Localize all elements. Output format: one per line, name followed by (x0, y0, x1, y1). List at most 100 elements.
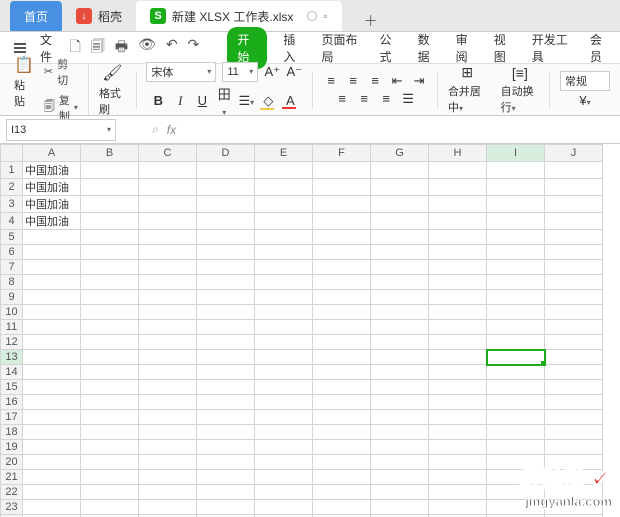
cell[interactable] (197, 260, 255, 275)
cell[interactable] (429, 260, 487, 275)
cell[interactable] (139, 245, 197, 260)
row-header[interactable]: 9 (1, 290, 23, 305)
cell[interactable] (81, 485, 139, 500)
cell[interactable] (487, 455, 545, 470)
cell[interactable] (139, 455, 197, 470)
cell[interactable] (139, 179, 197, 196)
currency-button[interactable]: ¥▾ (577, 93, 593, 108)
cell[interactable] (81, 425, 139, 440)
cell[interactable] (313, 260, 371, 275)
tab-home[interactable]: 首页 (10, 1, 62, 31)
wrap-text-button[interactable]: [≡] 自动换行▾ (497, 65, 544, 115)
cell[interactable] (545, 335, 603, 350)
cell[interactable] (371, 410, 429, 425)
cell[interactable] (139, 410, 197, 425)
cell[interactable] (139, 500, 197, 515)
align-bottom-button[interactable]: ≡ (367, 73, 383, 88)
cell[interactable] (429, 179, 487, 196)
cell[interactable] (545, 365, 603, 380)
cell[interactable] (545, 455, 603, 470)
cell[interactable] (81, 230, 139, 245)
cell[interactable] (545, 395, 603, 410)
cell[interactable] (371, 395, 429, 410)
cell[interactable] (545, 410, 603, 425)
cell[interactable] (545, 305, 603, 320)
cell[interactable] (23, 395, 81, 410)
cell[interactable] (139, 320, 197, 335)
cell[interactable] (81, 320, 139, 335)
cell[interactable] (545, 162, 603, 179)
select-all-corner[interactable] (1, 145, 23, 162)
spreadsheet-grid[interactable]: ABCDEFGHIJ1中国加油2中国加油3中国加油4中国加油5678910111… (0, 144, 620, 517)
cell[interactable] (313, 425, 371, 440)
cell[interactable] (371, 320, 429, 335)
cell[interactable] (429, 230, 487, 245)
cell[interactable] (371, 380, 429, 395)
cell[interactable] (545, 260, 603, 275)
cell[interactable] (487, 305, 545, 320)
cell[interactable] (313, 320, 371, 335)
row-header[interactable]: 13 (1, 350, 23, 365)
cell[interactable] (545, 275, 603, 290)
cell[interactable] (255, 245, 313, 260)
cell[interactable] (487, 320, 545, 335)
print-icon[interactable]: 🖶 (115, 36, 128, 60)
cell[interactable] (371, 260, 429, 275)
underline-button[interactable]: U (194, 93, 210, 108)
column-header[interactable]: B (81, 145, 139, 162)
cell[interactable] (371, 425, 429, 440)
cell[interactable] (429, 320, 487, 335)
cell[interactable] (487, 162, 545, 179)
cell[interactable] (139, 350, 197, 365)
cell[interactable] (545, 179, 603, 196)
cell[interactable] (255, 179, 313, 196)
cell[interactable] (255, 305, 313, 320)
row-header[interactable]: 5 (1, 230, 23, 245)
cell[interactable] (487, 485, 545, 500)
print-preview-icon[interactable]: 🗐 (91, 36, 105, 60)
cell[interactable] (545, 500, 603, 515)
cell[interactable] (139, 275, 197, 290)
number-format-select[interactable]: 常规 (560, 71, 610, 91)
cell[interactable] (81, 290, 139, 305)
cell[interactable] (255, 350, 313, 365)
cell[interactable] (545, 290, 603, 305)
row-header[interactable]: 14 (1, 365, 23, 380)
cell[interactable] (255, 290, 313, 305)
align-left-button[interactable]: ≡ (334, 91, 350, 106)
cancel-icon[interactable]: ⌕ (152, 122, 159, 137)
cell[interactable] (313, 485, 371, 500)
ribbon-tab-vip[interactable]: 会员 (588, 27, 612, 69)
cell[interactable] (197, 162, 255, 179)
cell[interactable] (197, 380, 255, 395)
tab-min-icon[interactable] (307, 11, 317, 21)
cell[interactable] (81, 213, 139, 230)
cell[interactable] (23, 410, 81, 425)
cell[interactable] (197, 196, 255, 213)
cell[interactable] (313, 275, 371, 290)
cell[interactable] (313, 410, 371, 425)
cell[interactable] (197, 395, 255, 410)
ribbon-tab-view[interactable]: 视图 (492, 27, 516, 69)
row-header[interactable]: 4 (1, 213, 23, 230)
cell[interactable] (545, 320, 603, 335)
cell[interactable] (197, 500, 255, 515)
cell[interactable] (487, 245, 545, 260)
name-box[interactable]: I13▾ (6, 119, 116, 141)
cell[interactable] (313, 380, 371, 395)
cell[interactable] (429, 196, 487, 213)
cell[interactable] (81, 260, 139, 275)
cell[interactable] (139, 305, 197, 320)
cell[interactable] (255, 500, 313, 515)
cell[interactable] (81, 305, 139, 320)
cell[interactable] (545, 470, 603, 485)
cell[interactable] (255, 395, 313, 410)
cell[interactable] (487, 335, 545, 350)
cell[interactable] (313, 440, 371, 455)
cell[interactable] (197, 179, 255, 196)
cell[interactable] (429, 410, 487, 425)
cell[interactable] (429, 500, 487, 515)
cell[interactable] (197, 230, 255, 245)
cell[interactable] (313, 230, 371, 245)
cell[interactable] (197, 470, 255, 485)
